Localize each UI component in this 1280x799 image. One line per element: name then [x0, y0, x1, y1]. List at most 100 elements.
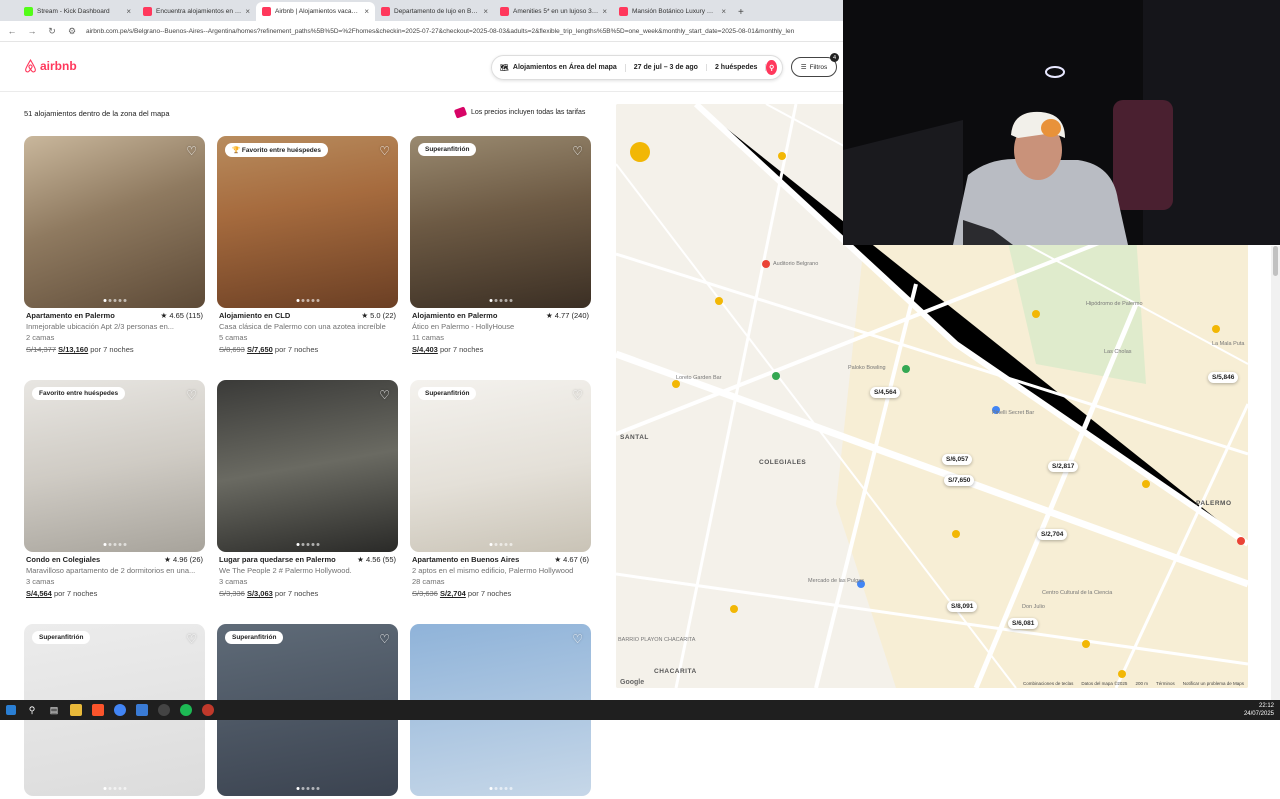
- listing-photo[interactable]: 🏆 Favorito entre huéspedes ♡: [217, 136, 398, 308]
- chrome-icon[interactable]: [114, 704, 126, 716]
- carousel-dots: [489, 543, 512, 546]
- listing-new-price[interactable]: S/4,403: [412, 345, 438, 354]
- reload-icon[interactable]: ↻: [46, 26, 58, 37]
- listing-meta: Lugar para quedarse en Palermo ★ 4.56 (55…: [217, 552, 398, 599]
- listing-title: Apartamento en Buenos Aires: [412, 555, 520, 564]
- close-icon[interactable]: ×: [126, 7, 131, 16]
- browser-tab-active[interactable]: Airbnb | Alojamientos vacacion ×: [256, 2, 375, 21]
- listing-old-price: S/3,336: [219, 589, 245, 598]
- airbnb-logo[interactable]: airbnb: [24, 59, 77, 73]
- listing-price: S/4,564 por 7 noches: [26, 589, 98, 598]
- heart-icon[interactable]: ♡: [379, 632, 390, 646]
- app-icon[interactable]: [202, 704, 214, 716]
- listing-photo[interactable]: ♡: [217, 380, 398, 552]
- spotify-icon[interactable]: [180, 704, 192, 716]
- search-icon[interactable]: ⚲: [766, 60, 777, 75]
- listing-new-price[interactable]: S/13,160: [58, 345, 88, 354]
- listing-price: S/3,336 S/3,063 por 7 noches: [219, 589, 319, 598]
- listing-card[interactable]: Superanfitrión ♡ Apartamento en Buenos Air…: [410, 380, 591, 599]
- browser-tab[interactable]: Departamento de lujo en Bosq ×: [375, 2, 494, 21]
- listing-card[interactable]: ♡ Apartamento en Palermo ★ 4.65 (115) Inmej…: [24, 136, 205, 355]
- heart-icon[interactable]: ♡: [572, 144, 583, 158]
- calendar-icon[interactable]: [136, 704, 148, 716]
- map-price-marker[interactable]: S/2,704: [1037, 529, 1068, 540]
- listing-price: S/4,403 por 7 noches: [412, 345, 484, 354]
- map-price-marker[interactable]: S/7,650: [944, 475, 975, 486]
- close-icon[interactable]: ×: [364, 7, 369, 16]
- browser-tab[interactable]: Mansión Botánico Luxury Buen ×: [613, 2, 732, 21]
- carousel-dots: [296, 787, 319, 790]
- search-location[interactable]: 🗺 Alojamientos en Área del mapa: [492, 63, 626, 72]
- browser-tab[interactable]: Amenities 5* en un lujoso 3 am ×: [494, 2, 613, 21]
- map-price-marker[interactable]: S/2,817: [1048, 461, 1079, 472]
- airbnb-icon: [500, 7, 509, 16]
- heart-icon[interactable]: ♡: [186, 632, 197, 646]
- map-price-marker[interactable]: S/5,846: [1208, 372, 1239, 383]
- listing-card[interactable]: ♡ Lugar para quedarse en Palermo ★ 4.56 (5…: [217, 380, 398, 599]
- listing-rating: ★ 5.0 (22): [361, 311, 396, 320]
- browser-tab[interactable]: Encuentra alojamientos en Lima ×: [137, 2, 256, 21]
- carousel-dots: [103, 299, 126, 302]
- heart-icon[interactable]: ♡: [572, 632, 583, 646]
- map-price-marker[interactable]: S/8,091: [947, 601, 978, 612]
- heart-icon[interactable]: ♡: [379, 388, 390, 402]
- file-explorer-icon[interactable]: [70, 704, 82, 716]
- map-price-marker[interactable]: S/6,081: [1008, 618, 1039, 629]
- filters-button[interactable]: ☰ Filtros 4: [791, 53, 839, 77]
- url-field[interactable]: airbnb.com.pe/s/Belgrano--Buenos-Aires--…: [86, 28, 843, 35]
- heart-icon[interactable]: ♡: [186, 144, 197, 158]
- listing-new-price[interactable]: S/3,063: [247, 589, 273, 598]
- map-place-label: Don Julio: [1022, 604, 1045, 610]
- search-bar[interactable]: 🗺 Alojamientos en Área del mapa 27 de jul…: [491, 55, 783, 80]
- site-info-icon[interactable]: ⚙: [66, 26, 78, 37]
- heart-icon[interactable]: ♡: [186, 388, 197, 402]
- brave-icon[interactable]: [92, 704, 104, 716]
- map-place-label: Centro Cultural de la Ciencia: [1042, 590, 1113, 596]
- browser-tab[interactable]: Stream - Kick Dashboard ×: [18, 2, 137, 21]
- listing-price: S/14,377 S/13,160 por 7 noches: [26, 345, 134, 354]
- map-place-label: Hipódromo de Palermo: [1086, 301, 1143, 307]
- scrollbar-thumb[interactable]: [1273, 246, 1278, 276]
- listing-new-price[interactable]: S/2,704: [440, 589, 466, 598]
- listing-beds: 3 camas: [26, 577, 55, 586]
- heart-icon[interactable]: ♡: [572, 388, 583, 402]
- search-guests[interactable]: 2 huéspedes: [707, 64, 767, 71]
- listing-badge: Superanfitrión: [418, 143, 477, 156]
- map-area-label: SANTAL: [620, 434, 649, 441]
- close-icon[interactable]: ×: [483, 7, 488, 16]
- forward-icon[interactable]: →: [26, 26, 38, 36]
- listing-card[interactable]: Superanfitrión ♡ Alojamiento en Palermo ★ 4…: [410, 136, 591, 355]
- search-icon[interactable]: ⚲: [26, 704, 38, 716]
- obs-icon[interactable]: [158, 704, 170, 716]
- map-price-marker[interactable]: S/4,564: [870, 387, 901, 398]
- new-tab-button[interactable]: +: [732, 7, 750, 21]
- page-scrollbar[interactable]: [1271, 246, 1280, 700]
- system-clock[interactable]: 22:12 24/07/2025: [1244, 702, 1274, 718]
- close-icon[interactable]: ×: [245, 7, 250, 16]
- map-price-marker[interactable]: S/6,057: [942, 454, 973, 465]
- sliders-icon: ☰: [800, 64, 807, 71]
- listing-card[interactable]: Favorito entre huéspedes ♡ Condo en Colegi…: [24, 380, 205, 599]
- heart-icon[interactable]: ♡: [379, 144, 390, 158]
- windows-start-icon[interactable]: [6, 705, 16, 715]
- search-dates[interactable]: 27 de jul – 3 de ago: [626, 64, 707, 71]
- listing-card[interactable]: 🏆 Favorito entre huéspedes ♡ Alojamiento e…: [217, 136, 398, 355]
- close-icon[interactable]: ×: [721, 7, 726, 16]
- task-view-icon[interactable]: ▤: [48, 704, 60, 716]
- price-note[interactable]: Los precios incluyen todas las tarifas: [453, 106, 585, 119]
- listing-price: S/8,693 S/7,650 por 7 noches: [219, 345, 319, 354]
- listing-rating: ★ 4.65 (115): [160, 311, 203, 320]
- listing-photo[interactable]: Favorito entre huéspedes ♡: [24, 380, 205, 552]
- listing-photo[interactable]: Superanfitrión ♡: [410, 136, 591, 308]
- listing-description: We The People 2 # Palermo Hollywood.: [219, 566, 352, 575]
- map-place-label: Loreto Garden Bar: [676, 375, 722, 381]
- listing-description: 2 aptos en el mismo edificio, Palermo Ho…: [412, 566, 574, 575]
- listing-new-price[interactable]: S/4,564: [26, 589, 52, 598]
- listing-old-price: S/3,636: [412, 589, 438, 598]
- airbnb-icon: [262, 7, 271, 16]
- listing-photo[interactable]: ♡: [24, 136, 205, 308]
- close-icon[interactable]: ×: [602, 7, 607, 16]
- listing-photo[interactable]: Superanfitrión ♡: [410, 380, 591, 552]
- listing-new-price[interactable]: S/7,650: [247, 345, 273, 354]
- back-icon[interactable]: ←: [6, 26, 18, 36]
